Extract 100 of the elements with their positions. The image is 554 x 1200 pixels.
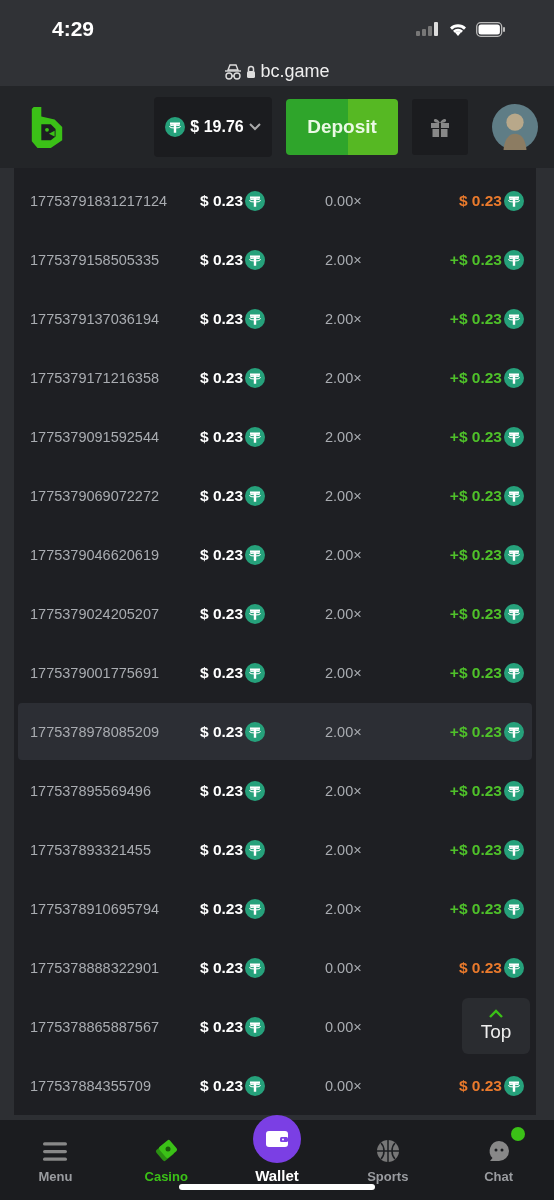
bet-amount: $ 0.23 [200,958,244,977]
profit-amount: $ 0.23 [458,191,502,210]
bet-amount: $ 0.23 [200,722,244,741]
bet-id: 177537884355709 [30,1077,152,1094]
bet-id: 177537893321455 [30,841,152,858]
tether-icon [245,780,266,801]
bet-amount: $ 0.23 [200,663,244,682]
bet-id: 1775379091592544 [30,428,161,445]
profit-amount: +$ 0.23 [449,663,502,682]
tether-icon [245,485,266,506]
bet-amount: $ 0.23 [200,1017,244,1036]
tether-icon [165,117,186,137]
bet-row[interactable]: 17753791831217124 $ 0.23 0.00× $ 0.23 [18,172,532,229]
tether-icon [504,1075,524,1096]
tether-icon [245,662,266,683]
tether-icon [245,957,266,978]
gift-button[interactable] [412,99,468,155]
profit-amount: +$ 0.23 [449,309,502,328]
tether-icon [245,898,266,919]
bet-row[interactable]: 177537895569496 $ 0.23 2.00× +$ 0.23 [18,762,532,819]
payout: 2.00× [325,605,363,622]
tether-icon [245,308,266,329]
back-to-top-button[interactable]: Top [462,998,530,1054]
bet-row[interactable]: 1775379137036194 $ 0.23 2.00× +$ 0.23 [18,290,532,347]
tether-icon [245,190,266,211]
battery-icon [476,21,506,37]
bet-row[interactable]: 1775379171216358 $ 0.23 2.00× +$ 0.23 [18,349,532,406]
bet-row[interactable]: 1775379158505335 $ 0.23 2.00× +$ 0.23 [18,231,532,288]
bet-row[interactable]: 1775378978085209 $ 0.23 2.00× +$ 0.23 [18,703,532,760]
tether-icon [504,662,524,683]
tether-icon [245,1075,266,1096]
payout: 2.00× [325,487,363,504]
profit-amount: $ 0.23 [458,1076,502,1095]
bet-id: 177537895569496 [30,782,152,799]
bet-id: 1775378888322901 [30,959,161,976]
bet-id: 1775379046620619 [30,546,161,563]
payout: 2.00× [325,841,363,858]
payout: 2.00× [325,723,363,740]
payout: 2.00× [325,782,363,799]
bet-row[interactable]: 1775379091592544 $ 0.23 2.00× +$ 0.23 [18,408,532,465]
bet-id: 1775378865887567 [30,1018,161,1035]
bet-amount: $ 0.23 [200,545,244,564]
profit-amount: +$ 0.23 [449,722,502,741]
basketball-icon [375,1139,400,1163]
profit-amount: +$ 0.23 [449,840,502,859]
bet-amount: $ 0.23 [200,604,244,623]
payout: 0.00× [325,959,363,976]
bet-amount: $ 0.23 [200,309,244,328]
profit-amount: +$ 0.23 [449,250,502,269]
bet-amount: $ 0.23 [200,250,244,269]
bet-id: 1775379069072272 [30,487,161,504]
nav-tab[interactable]: Menu [15,1127,96,1184]
signal-icon [416,22,440,36]
balance-button[interactable]: $ 19.76 [154,97,272,157]
bet-row[interactable]: 1775379069072272 $ 0.23 2.00× +$ 0.23 [18,467,532,524]
avatar[interactable] [492,104,538,150]
tether-icon [504,544,524,565]
tether-icon [504,603,524,624]
bet-id: 1775379024205207 [30,605,161,622]
bet-amount: $ 0.23 [200,1076,244,1095]
payout: 2.00× [325,900,363,917]
payout: 2.00× [325,310,363,327]
tether-icon [504,957,524,978]
bet-id: 1775378910695794 [30,900,161,917]
payout: 0.00× [325,192,363,209]
bet-id: 1775379137036194 [30,310,161,327]
profit-amount: +$ 0.23 [449,427,502,446]
bet-id: 1775379171216358 [30,369,161,386]
nav-tab[interactable]: Chat [458,1127,539,1184]
tether-icon [245,721,266,742]
tether-icon [504,898,524,919]
bet-row[interactable]: 177537893321455 $ 0.23 2.00× +$ 0.23 [18,821,532,878]
tether-icon [504,249,524,270]
bet-amount: $ 0.23 [200,486,244,505]
profit-amount: +$ 0.23 [449,899,502,918]
gift-icon [429,116,451,138]
chevron-down-icon [248,123,261,131]
nav-tab[interactable]: Casino [126,1127,207,1184]
bet-row[interactable]: 1775378910695794 $ 0.23 2.00× +$ 0.23 [18,880,532,937]
bet-row[interactable]: 1775379001775691 $ 0.23 2.00× +$ 0.23 [18,644,532,701]
bet-row[interactable]: 1775379024205207 $ 0.23 2.00× +$ 0.23 [18,585,532,642]
tether-icon [245,839,266,860]
payout: 2.00× [325,251,363,268]
tether-icon [504,485,524,506]
tether-icon [504,426,524,447]
bet-row[interactable]: 1775378888322901 $ 0.23 0.00× $ 0.23 [18,939,532,996]
wifi-icon [448,21,468,37]
tether-icon [245,367,266,388]
profit-amount: $ 0.23 [458,958,502,977]
bet-row[interactable]: 1775379046620619 $ 0.23 2.00× +$ 0.23 [18,526,532,583]
bet-amount: $ 0.23 [200,191,244,210]
bet-row[interactable]: 1775378865887567 $ 0.23 0.00× [18,998,393,1055]
tether-icon [504,839,524,860]
tether-icon [245,426,266,447]
tether-icon [504,780,524,801]
bet-amount: $ 0.23 [200,781,244,800]
tether-icon [245,603,266,624]
url-text[interactable]: bc.game [260,61,330,82]
bet-amount: $ 0.23 [200,427,244,446]
nav-tab[interactable]: Sports [347,1127,428,1184]
